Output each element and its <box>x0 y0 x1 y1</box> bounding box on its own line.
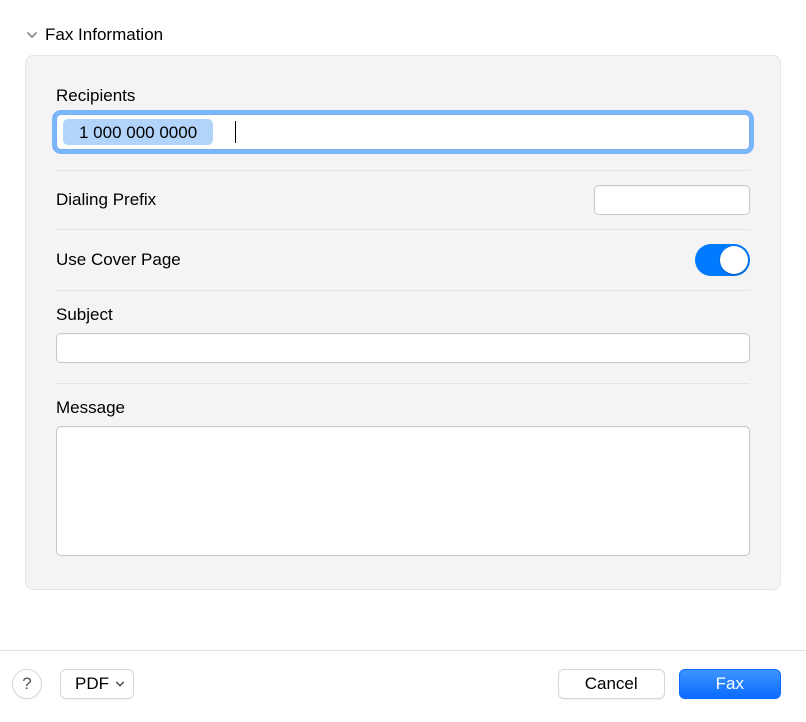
message-textarea[interactable] <box>56 426 750 556</box>
pdf-menu-button[interactable]: PDF <box>60 669 134 699</box>
recipient-token[interactable]: 1 000 000 0000 <box>63 119 213 145</box>
pdf-label: PDF <box>75 674 109 694</box>
cancel-button[interactable]: Cancel <box>558 669 665 699</box>
subject-input[interactable] <box>56 333 750 363</box>
recipients-label: Recipients <box>56 86 750 106</box>
help-icon: ? <box>22 674 31 694</box>
chevron-down-icon <box>25 28 39 42</box>
use-cover-page-label: Use Cover Page <box>56 250 181 270</box>
fax-button-label: Fax <box>716 674 744 694</box>
recipients-input[interactable]: 1 000 000 0000 <box>56 114 750 150</box>
fax-information-panel: Recipients 1 000 000 0000 Dialing Prefix… <box>25 55 781 590</box>
text-caret <box>235 121 236 143</box>
use-cover-page-toggle[interactable] <box>695 244 750 276</box>
cancel-button-label: Cancel <box>585 674 638 694</box>
toggle-knob <box>720 246 748 274</box>
section-title: Fax Information <box>45 25 163 45</box>
fax-button[interactable]: Fax <box>679 669 781 699</box>
help-button[interactable]: ? <box>12 669 42 699</box>
dialog-footer: ? PDF Cancel Fax <box>0 650 806 722</box>
subject-label: Subject <box>56 305 750 325</box>
section-header[interactable]: Fax Information <box>25 5 781 55</box>
message-label: Message <box>56 398 750 418</box>
dialing-prefix-label: Dialing Prefix <box>56 190 156 210</box>
chevron-down-icon <box>115 679 125 689</box>
dialing-prefix-input[interactable] <box>594 185 750 215</box>
